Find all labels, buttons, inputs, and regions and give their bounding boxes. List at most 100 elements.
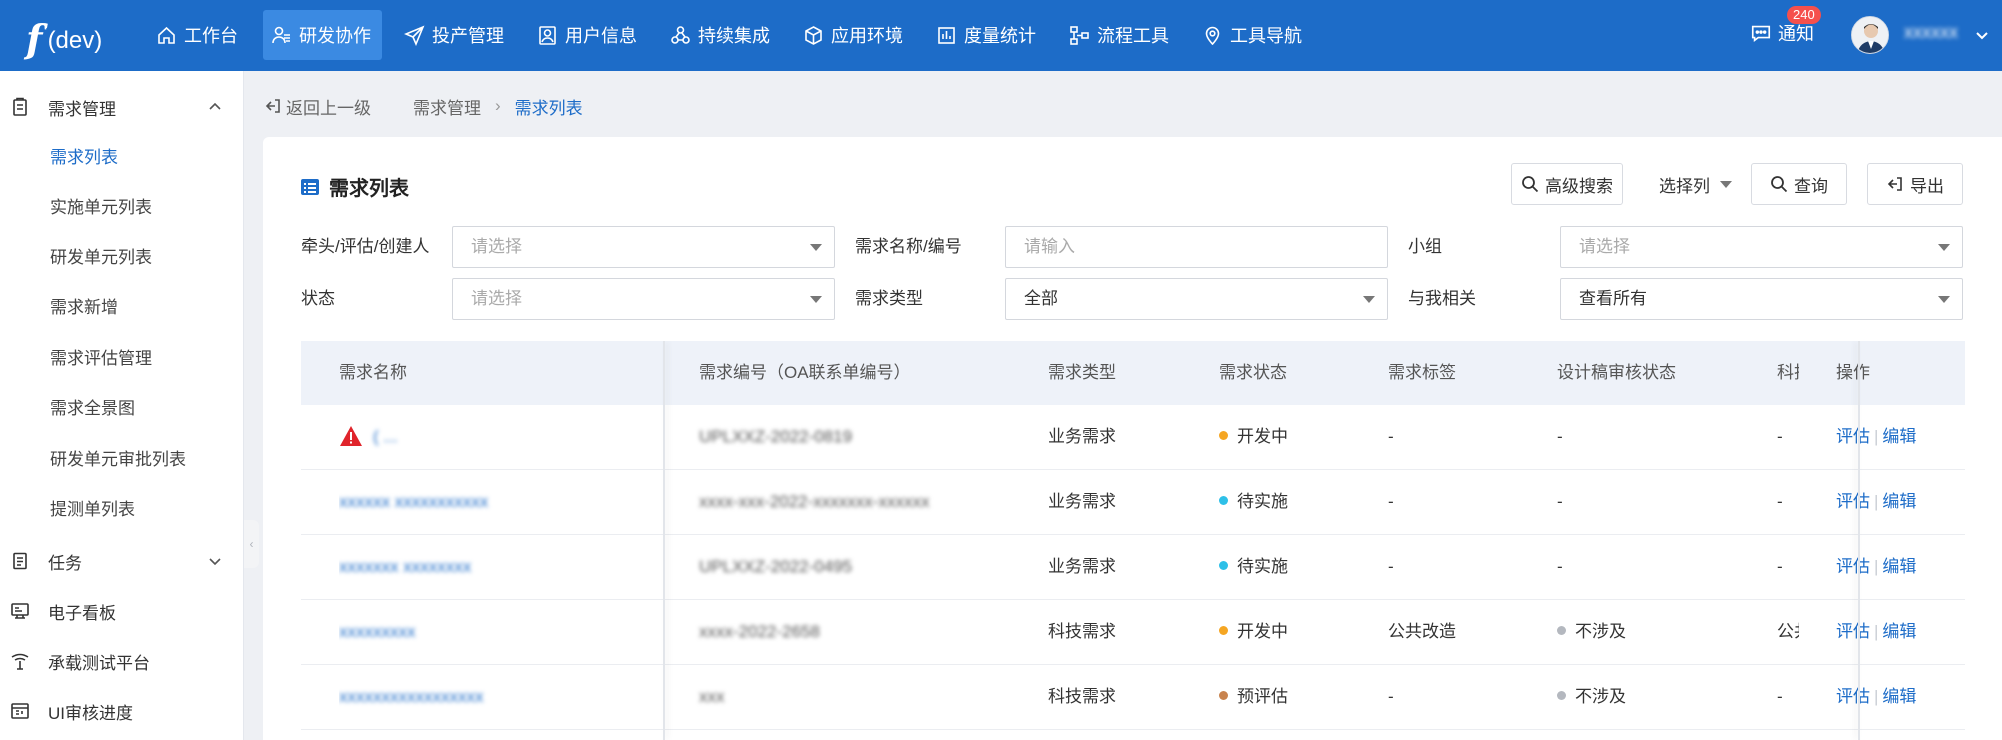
table-row[interactable]: xxxxxx xxxxxxxxxxx xxxx-xxx-2022-xxxxxxx-… [301, 470, 1965, 535]
sidebar-group-requirements[interactable]: 需求管理 [0, 82, 244, 132]
requirement-status-cell: 开发中 [1219, 405, 1288, 469]
related-select[interactable]: 查看所有 [1560, 278, 1963, 320]
nav-item-1[interactable]: 研发协作 [263, 10, 382, 60]
status-dot [1557, 626, 1566, 636]
user-name[interactable]: xxxxxx [1904, 22, 1958, 43]
requirement-name-link[interactable]: xxxxxx xxxxxxxxxxx [339, 492, 488, 511]
user-avatar[interactable] [1851, 16, 1889, 54]
requirement-name-link[interactable]: xxxxxxxxx [339, 622, 416, 641]
group-select[interactable]: 请选择 [1560, 226, 1963, 268]
type-select[interactable]: 全部 [1005, 278, 1388, 320]
advanced-search-button[interactable]: 高级搜索 [1511, 163, 1623, 205]
chevron-down-icon[interactable] [1974, 27, 1990, 43]
export-button[interactable]: 导出 [1867, 163, 1963, 205]
status-filter-label: 状态 [301, 289, 335, 308]
requirement-name-link[interactable]: xxxxxxxxxxxxxxxxx [339, 687, 484, 706]
table-row[interactable]: xxxxxxx xxxxxxxx UPLXXZ-2022-0495 业务需求 待实施 -… [301, 535, 1965, 600]
table-row[interactable]: xxxxxxxxxxxxxxxxx xxx 科技需求 预评估 - 不涉及 - 评估 | 编辑 [301, 665, 1965, 730]
back-icon[interactable] [264, 97, 282, 115]
back-link[interactable]: 返回上一级 [286, 94, 371, 119]
table-row[interactable]: ( ... UPLXXZ-2022-0819 业务需求 开发中 - - - 评估 | 编辑 [301, 405, 1965, 470]
name-input[interactable]: 请输入 [1005, 226, 1388, 268]
requirement-name-link[interactable]: xxxxxxx xxxxxxxx [339, 557, 471, 576]
requirement-tag-cell: - [1388, 492, 1394, 511]
related-filter-label: 与我相关 [1408, 289, 1476, 308]
status-select[interactable]: 请选择 [452, 278, 835, 320]
requirement-tag-cell: - [1388, 427, 1394, 446]
nav-item-label: 持续集成 [698, 26, 770, 46]
sidebar-group-label: 任务 [48, 553, 82, 573]
chevron-up-icon[interactable] [207, 99, 223, 115]
breadcrumb-separator: › [495, 96, 501, 115]
column-header-tech: 科技 [1777, 363, 1799, 382]
evaluate-link[interactable]: 评估 [1836, 427, 1870, 446]
evaluate-link[interactable]: 评估 [1836, 492, 1870, 511]
chevron-down-icon[interactable] [207, 553, 223, 569]
requirement-code-cell: UPLXXZ-2022-0819 [699, 427, 853, 446]
group-filter-label: 小组 [1408, 237, 1442, 256]
sidebar-group-tasks[interactable]: 任务 [0, 536, 244, 586]
sidebar-item-dev-approval[interactable]: 研发单元审批列表 [50, 445, 186, 475]
nav-item-2[interactable]: 投产管理 [396, 10, 515, 60]
sidebar-group-label: UI审核进度 [48, 703, 133, 723]
sidebar-collapse-handle[interactable]: ‹ [244, 520, 259, 568]
edit-link[interactable]: 编辑 [1882, 492, 1916, 511]
nav-item-7[interactable]: 流程工具 [1061, 10, 1180, 60]
edit-link[interactable]: 编辑 [1882, 427, 1916, 446]
evaluate-link[interactable]: 评估 [1836, 622, 1870, 641]
requirement-name-cell[interactable]: xxxxxxxxx [339, 600, 639, 664]
requirement-name-cell[interactable]: xxxxxxxxxxxxxxxxx [339, 665, 639, 729]
export-icon [1887, 177, 1902, 191]
list-icon [301, 178, 319, 195]
requirement-name-link[interactable]: ( ... [373, 427, 398, 446]
status-dot [1557, 691, 1566, 701]
sidebar-item-requirement-list[interactable]: 需求列表 [50, 143, 118, 173]
sidebar-item-test-submission[interactable]: 提测单列表 [50, 495, 135, 525]
edit-link[interactable]: 编辑 [1882, 687, 1916, 706]
nav-item-6[interactable]: 度量统计 [928, 10, 1047, 60]
sidebar-item-implementation-units[interactable]: 实施单元列表 [50, 193, 152, 223]
sidebar-item-evaluation[interactable]: 需求评估管理 [50, 344, 152, 374]
avatar-image [1852, 17, 1888, 53]
evaluate-link[interactable]: 评估 [1836, 557, 1870, 576]
edit-link[interactable]: 编辑 [1882, 622, 1916, 641]
app-logo[interactable]: f ' (dev) [26, 14, 102, 58]
edit-link[interactable]: 编辑 [1882, 557, 1916, 576]
nav-item-5[interactable]: 应用环境 [795, 10, 914, 60]
owner-select[interactable]: 请选择 [452, 226, 835, 268]
sidebar-group-load-test[interactable]: 承载测试平台 [0, 636, 244, 686]
column-header-design-review: 设计稿审核状态 [1557, 363, 1676, 382]
nav-item-label: 投产管理 [432, 26, 504, 46]
status-text: 预评估 [1237, 687, 1288, 706]
evaluate-link[interactable]: 评估 [1836, 687, 1870, 706]
requirement-name-cell[interactable]: xxxxxxx xxxxxxxx [339, 535, 639, 599]
requirement-type-cell: 业务需求 [1048, 557, 1116, 576]
query-button[interactable]: 查询 [1751, 163, 1847, 205]
design-review-text: - [1557, 427, 1563, 446]
row-actions: 评估 | 编辑 [1836, 427, 1917, 446]
column-header-type: 需求类型 [1048, 363, 1116, 382]
nav-item-3[interactable]: 用户信息 [529, 10, 648, 60]
task-icon [13, 552, 27, 570]
caret-down-icon [1720, 180, 1732, 188]
requirement-name-cell[interactable]: xxxxxx xxxxxxxxxxx [339, 470, 639, 534]
nav-item-4[interactable]: 持续集成 [662, 10, 781, 60]
nav-item-0[interactable]: 工作台 [148, 10, 249, 60]
sidebar-item-new-requirement[interactable]: 需求新增 [50, 293, 118, 323]
requirement-name-cell[interactable]: ( ... [339, 405, 639, 469]
logo-letter: f [26, 16, 43, 61]
requirement-status-cell: 开发中 [1219, 600, 1288, 664]
select-columns-dropdown[interactable]: 选择列 [1659, 163, 1732, 205]
nav-item-8[interactable]: 工具导航 [1194, 10, 1313, 60]
sidebar-group-label: 承载测试平台 [48, 653, 150, 673]
tech-cell: - [1777, 687, 1783, 706]
design-review-text: 不涉及 [1575, 622, 1626, 641]
sidebar-group-kanban[interactable]: 电子看板 [0, 586, 244, 636]
caret-down-icon [1363, 296, 1375, 303]
breadcrumb-parent[interactable]: 需求管理 [413, 94, 481, 119]
sidebar-group-ui-review[interactable]: UI审核进度 [0, 686, 244, 736]
sidebar-item-panorama[interactable]: 需求全景图 [50, 394, 135, 424]
tech-cell: 公共 [1777, 622, 1799, 641]
table-row[interactable]: xxxxxxxxx xxxx-2022-2658 科技需求 开发中 公共改造 不涉及 公共 评… [301, 600, 1965, 665]
sidebar-item-dev-units[interactable]: 研发单元列表 [50, 243, 152, 273]
